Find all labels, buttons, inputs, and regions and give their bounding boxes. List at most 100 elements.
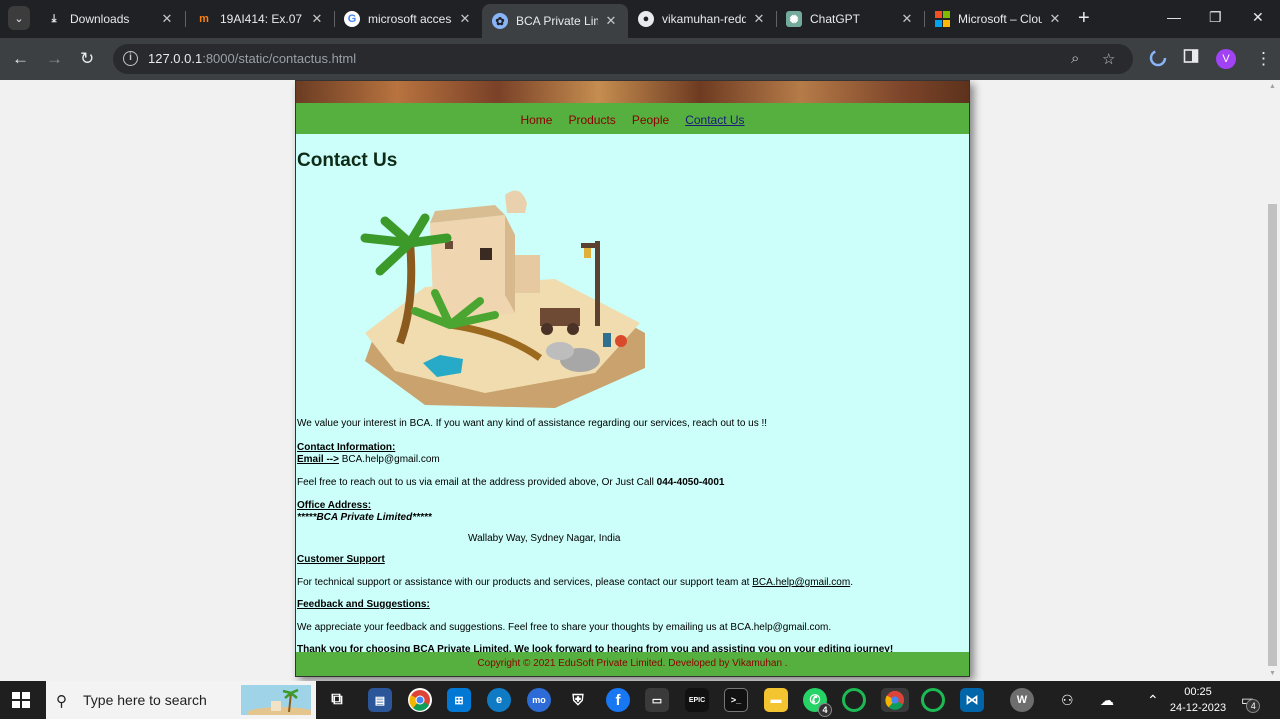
tab-search-button[interactable]: ⌄ xyxy=(8,6,30,30)
clock-time: 00:25 xyxy=(1184,686,1212,698)
microsoft-icon xyxy=(934,11,950,27)
scroll-up-arrow-icon[interactable]: ▲ xyxy=(1268,83,1277,90)
more-menu-icon[interactable]: ⋮ xyxy=(1255,48,1272,70)
messenger-app-icon[interactable]: mo xyxy=(527,688,551,712)
vscode-app-icon[interactable]: ⋈ xyxy=(960,688,984,712)
tab-microsoft[interactable]: Microsoft – Clou ✕ xyxy=(924,0,1072,38)
close-icon[interactable]: ✕ xyxy=(310,11,324,27)
extension-loading-icon[interactable] xyxy=(1148,48,1168,74)
github-icon: ● xyxy=(638,11,654,27)
folder-app-icon[interactable]: ▬ xyxy=(764,688,788,712)
customer-support-heading: Customer Support xyxy=(297,554,385,565)
page-viewport: Home Products People Contact Us Contact … xyxy=(0,80,1280,681)
nav-contact-us[interactable]: Contact Us xyxy=(685,113,744,127)
tray-chevron-up-icon[interactable]: ⌃ xyxy=(1147,692,1159,709)
page-content: Contact Us We value your interest in BCA… xyxy=(296,151,969,656)
close-icon[interactable]: ✕ xyxy=(752,11,766,27)
site-footer: Copyright © 2021 EduSoft Private Limited… xyxy=(296,652,969,676)
profile-avatar[interactable]: V xyxy=(1216,49,1236,69)
new-tab-button[interactable]: + xyxy=(1078,8,1090,28)
weather-icon[interactable]: ☁ xyxy=(1100,692,1114,709)
tab-title: 19AI414: Ex.07 W xyxy=(220,12,304,26)
support-text-end: . xyxy=(850,577,853,588)
tab-chatgpt[interactable]: ✺ ChatGPT ✕ xyxy=(776,0,924,38)
tab-bca-active[interactable]: ✿ BCA Private Limi ✕ xyxy=(482,4,628,38)
close-icon[interactable]: ✕ xyxy=(160,11,174,27)
side-panel-icon[interactable] xyxy=(1183,48,1199,70)
tab-title: BCA Private Limi xyxy=(516,14,598,28)
island-house-illustration xyxy=(360,190,645,408)
google-icon: G xyxy=(344,11,360,27)
taskbar-search-box[interactable]: ⚲ Type here to search xyxy=(46,681,316,719)
header-banner-image xyxy=(296,81,969,103)
intro-text: We value your interest in BCA. If you wa… xyxy=(297,418,768,429)
nav-home[interactable]: Home xyxy=(520,113,552,127)
task-view-icon[interactable]: ⧉ xyxy=(325,688,349,712)
tab-downloads[interactable]: ⤓ Downloads ✕ xyxy=(36,0,184,38)
tab-moodle[interactable]: m 19AI414: Ex.07 W ✕ xyxy=(186,0,334,38)
chrome-profile-app-icon[interactable] xyxy=(881,688,909,712)
tab-title: vikamuhan-redd xyxy=(662,12,746,26)
close-icon[interactable]: ✕ xyxy=(900,11,914,27)
feedback-heading: Feedback and Suggestions: xyxy=(297,599,430,610)
address-bar[interactable]: i 127.0.0.1:8000/static/contactus.html ⌕… xyxy=(113,44,1133,74)
company-name-line: *****BCA Private Limited***** xyxy=(297,512,432,523)
tab-title: Downloads xyxy=(70,12,130,26)
media-app-icon[interactable]: ▭ xyxy=(645,688,669,712)
call-text: Feel free to reach out to us via email a… xyxy=(297,477,657,488)
store-app-icon[interactable]: ⊞ xyxy=(447,688,471,712)
edge-app-icon[interactable]: e xyxy=(487,688,511,712)
green-ring-app-icon[interactable] xyxy=(842,688,866,712)
office-address-text: Wallaby Way, Sydney Nagar, India xyxy=(468,533,621,544)
tab-google-search[interactable]: G microsoft access ✕ xyxy=(334,0,482,38)
window-close-icon[interactable]: ✕ xyxy=(1252,9,1264,26)
close-icon[interactable]: ✕ xyxy=(1048,11,1062,27)
scrollbar-thumb[interactable] xyxy=(1268,204,1277,666)
moodle-icon: m xyxy=(199,13,209,25)
security-shield-icon[interactable]: ⛨ xyxy=(566,688,590,712)
windows-start-icon[interactable] xyxy=(12,692,30,708)
page-title: Contact Us xyxy=(297,150,398,171)
url-text[interactable]: 127.0.0.1:8000/static/contactus.html xyxy=(148,51,356,66)
notification-icon[interactable]: ▭4 xyxy=(1241,692,1261,713)
green-ring-app-icon-2[interactable] xyxy=(921,688,945,712)
zoom-icon[interactable]: ⌕ xyxy=(1071,50,1079,67)
nav-people[interactable]: People xyxy=(632,113,669,127)
facebook-app-icon[interactable]: f xyxy=(606,688,630,712)
people-icon[interactable]: ⚇ xyxy=(1061,692,1074,709)
notification-badge: 4 xyxy=(1246,699,1261,713)
contact-info-heading: Contact Information: xyxy=(297,442,396,453)
download-icon: ⤓ xyxy=(51,12,57,25)
email-value: BCA.help@gmail.com xyxy=(338,454,440,465)
file-explorer-app-icon[interactable]: ▤ xyxy=(368,688,392,712)
tab-strip: ⌄ ⤓ Downloads ✕ m 19AI414: Ex.07 W ✕ G m… xyxy=(0,0,1280,38)
close-icon[interactable]: ✕ xyxy=(458,11,472,27)
support-email-link[interactable]: BCA.help@gmail.com xyxy=(752,577,850,588)
back-arrow-icon[interactable]: ← xyxy=(12,48,29,70)
tab-title: microsoft access xyxy=(368,12,452,26)
forward-arrow-icon[interactable]: → xyxy=(46,48,63,70)
restore-icon[interactable]: ❐ xyxy=(1209,9,1222,26)
chrome-app-icon[interactable] xyxy=(408,688,432,712)
whatsapp-app-icon[interactable]: ✆ 4 xyxy=(803,688,832,717)
minimize-icon[interactable]: — xyxy=(1167,9,1181,25)
support-text: For technical support or assistance with… xyxy=(297,577,753,588)
nav-products[interactable]: Products xyxy=(568,113,615,127)
site-info-icon[interactable]: i xyxy=(123,51,138,66)
page-scrollbar[interactable]: ▲ ▼ xyxy=(1265,80,1280,681)
tab-github[interactable]: ● vikamuhan-redd ✕ xyxy=(628,0,776,38)
url-host: 127.0.0.1 xyxy=(148,51,203,66)
scroll-down-arrow-icon[interactable]: ▼ xyxy=(1268,670,1277,677)
office-address-heading: Office Address: xyxy=(297,500,372,511)
epic-games-app-icon[interactable]: EPIC xyxy=(685,688,709,712)
reload-icon[interactable]: ↻ xyxy=(80,48,94,70)
phone-number: 044-4050-4001 xyxy=(656,477,725,488)
bookmark-star-icon[interactable]: ☆ xyxy=(1102,50,1115,68)
terminal-app-icon[interactable]: >_ xyxy=(724,688,748,712)
system-clock[interactable]: 00:25 24-12-2023 xyxy=(1166,684,1230,716)
site-nav: Home Products People Contact Us xyxy=(296,103,969,134)
whatsapp-badge: 4 xyxy=(818,703,832,717)
user-w-avatar[interactable]: W xyxy=(1010,688,1034,712)
close-icon[interactable]: ✕ xyxy=(604,13,618,29)
search-icon: ⚲ xyxy=(56,693,67,710)
